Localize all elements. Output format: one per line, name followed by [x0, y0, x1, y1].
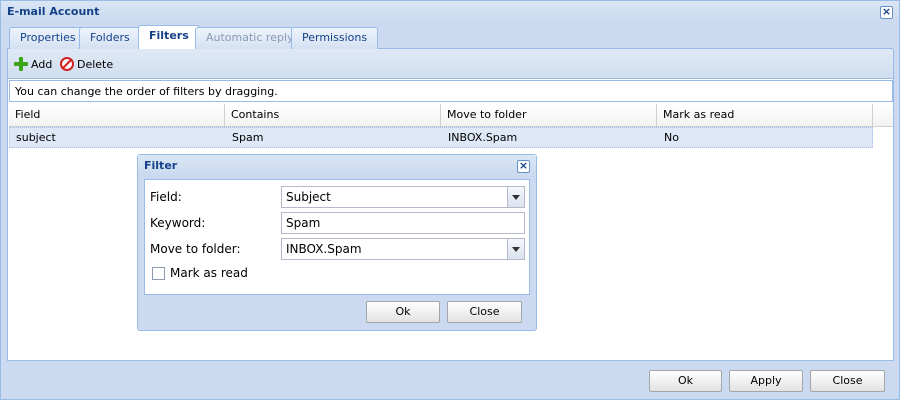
tab-folders[interactable]: Folders: [79, 27, 141, 49]
chevron-down-icon[interactable]: [507, 187, 524, 207]
cell-mark-as-read: No: [664, 131, 679, 144]
close-icon[interactable]: ×: [517, 160, 530, 173]
cell-contains: Spam: [232, 131, 264, 144]
filter-close-button[interactable]: Close: [447, 301, 522, 323]
tab-strip: Properties Folders Filters Automatic rep…: [7, 25, 893, 50]
mark-as-read-label[interactable]: Mark as read: [170, 266, 248, 280]
add-button-label: Add: [31, 57, 53, 71]
info-message: You can change the order of filters by d…: [9, 80, 893, 102]
window-title: E-mail Account: [7, 5, 100, 18]
tab-filters[interactable]: Filters: [138, 25, 200, 50]
table-row[interactable]: subject Spam INBOX.Spam No: [9, 127, 873, 148]
column-header-field[interactable]: Field: [9, 104, 225, 127]
mark-as-read-checkbox[interactable]: [152, 267, 165, 280]
keyword-input[interactable]: Spam: [281, 212, 525, 234]
column-header-mark-as-read[interactable]: Mark as read: [657, 104, 873, 127]
filter-dialog: Filter × Field: Subject Keyword: Spam Mo…: [137, 154, 537, 331]
chevron-down-icon[interactable]: [507, 239, 524, 259]
move-to-folder-value: INBOX.Spam: [286, 242, 362, 256]
window-titlebar[interactable]: E-mail Account ×: [1, 1, 899, 23]
filter-dialog-title: Filter: [144, 159, 178, 172]
column-header-move-to-folder[interactable]: Move to folder: [441, 104, 657, 127]
add-icon: [14, 57, 28, 71]
ok-button[interactable]: Ok: [649, 370, 722, 392]
column-header-contains[interactable]: Contains: [225, 104, 441, 127]
tab-permissions[interactable]: Permissions: [291, 27, 379, 49]
delete-button[interactable]: Delete: [60, 57, 113, 71]
field-select-value: Subject: [286, 190, 331, 204]
cell-field: subject: [16, 131, 56, 144]
email-account-window: E-mail Account × Properties Folders Filt…: [0, 0, 900, 400]
filters-toolbar: Add Delete: [8, 49, 893, 79]
field-select[interactable]: Subject: [281, 186, 525, 208]
tab-properties[interactable]: Properties: [9, 27, 87, 49]
filter-form: Field: Subject Keyword: Spam Move to fol…: [144, 179, 530, 295]
apply-button[interactable]: Apply: [729, 370, 803, 392]
add-button[interactable]: Add: [14, 57, 52, 71]
move-to-folder-label: Move to folder:: [150, 242, 241, 256]
tab-automatic-reply: Automatic reply: [195, 27, 305, 49]
keyword-label: Keyword:: [150, 216, 206, 230]
delete-button-label: Delete: [77, 57, 114, 71]
close-button[interactable]: Close: [810, 370, 885, 392]
grid-header: Field Contains Move to folder Mark as re…: [9, 104, 893, 127]
move-to-folder-select[interactable]: INBOX.Spam: [281, 238, 525, 260]
filter-ok-button[interactable]: Ok: [366, 301, 440, 323]
close-icon[interactable]: ×: [880, 6, 893, 19]
filter-dialog-titlebar[interactable]: Filter ×: [138, 155, 536, 177]
delete-icon: [60, 57, 74, 71]
field-label: Field:: [150, 190, 182, 204]
cell-move-to-folder: INBOX.Spam: [448, 131, 518, 144]
